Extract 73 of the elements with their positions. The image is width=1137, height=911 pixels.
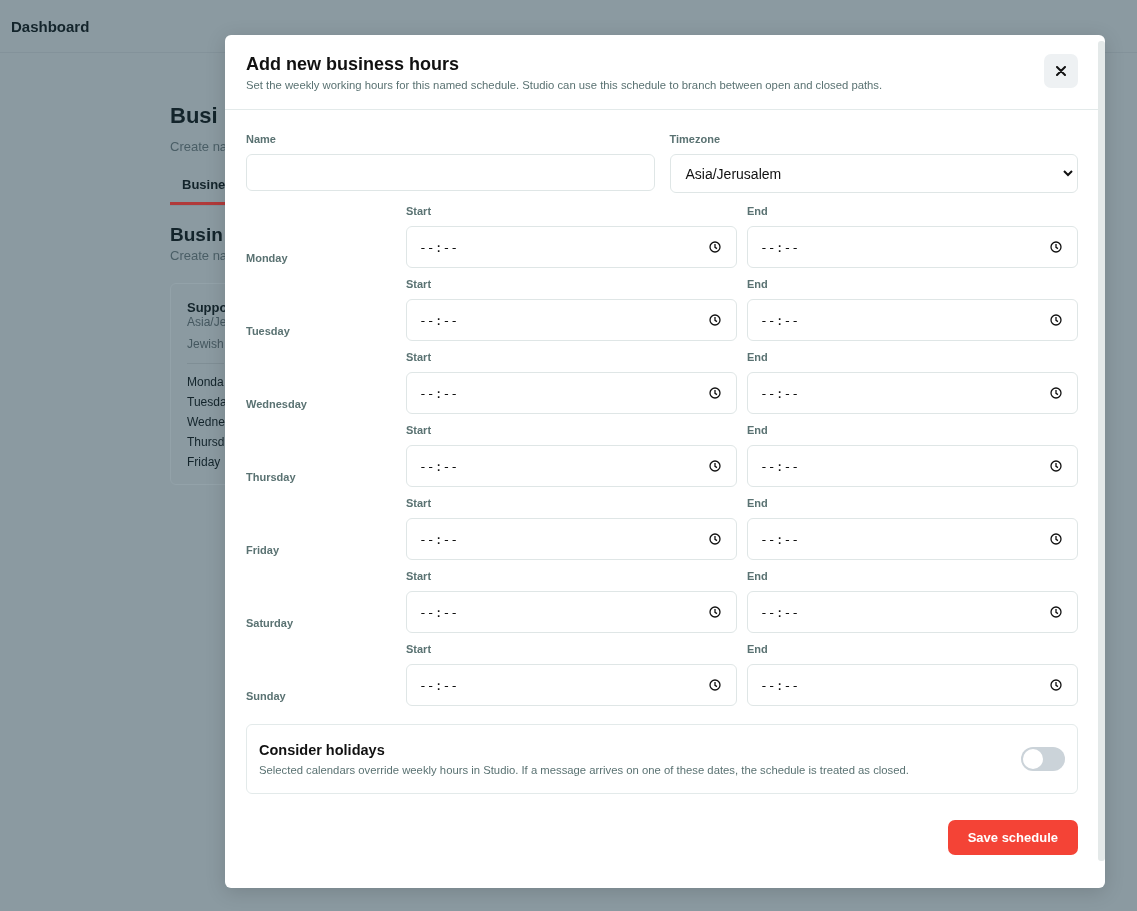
field-label: Start	[406, 205, 433, 217]
dialog-subtitle: Set the weekly working hours for this named schedule. Studio can use this schedule to branch between open and closed paths.	[246, 79, 883, 91]
day-label: Monday	[246, 252, 289, 266]
card-day: Friday	[187, 452, 221, 472]
card-calendar: Jewish	[187, 337, 224, 364]
field-label: End	[747, 205, 769, 217]
field-label: Start	[406, 424, 433, 436]
clock-icon	[709, 679, 721, 691]
clock-icon	[709, 314, 721, 326]
dialog-title: Add new business hours	[246, 54, 461, 75]
time-input[interactable]: --:--	[747, 372, 1078, 414]
clock-icon	[709, 460, 721, 472]
holidays-title: Consider holidays	[259, 742, 386, 758]
time-input[interactable]: --:--	[747, 299, 1078, 341]
time-input[interactable]: --:--	[406, 445, 737, 487]
time-input[interactable]: --:--	[747, 664, 1078, 706]
field-label: End	[747, 570, 769, 582]
field-label: Start	[406, 278, 433, 290]
field-label: Start	[406, 497, 433, 509]
card-day: Thursd	[187, 432, 225, 452]
scrollbar[interactable]	[1098, 41, 1105, 861]
field-label: End	[747, 351, 769, 363]
clock-icon	[1050, 387, 1062, 399]
name-input[interactable]	[246, 154, 655, 191]
time-input[interactable]: --:--	[406, 299, 737, 341]
field-label: Start	[406, 570, 433, 582]
field-label: Start	[406, 351, 433, 363]
clock-icon	[709, 533, 721, 545]
time-input[interactable]: --:--	[406, 664, 737, 706]
clock-icon	[1050, 241, 1062, 253]
time-input[interactable]: --:--	[406, 591, 737, 633]
field-label: End	[747, 424, 769, 436]
chevron-down-icon	[1063, 170, 1073, 177]
day-label: Wednesday	[246, 398, 308, 412]
holidays-description: Selected calendars override weekly hours in Studio. If a message arrives on one of these dates, the schedule is treated as closed.	[259, 764, 909, 776]
time-input[interactable]: --:--	[747, 591, 1078, 633]
clock-icon	[1050, 533, 1062, 545]
timezone-select[interactable]: Asia/Jerusalem	[669, 154, 1078, 193]
time-input[interactable]: --:--	[747, 226, 1078, 268]
day-label: Saturday	[246, 617, 295, 631]
card-day: Monda	[187, 372, 224, 392]
field-label: End	[747, 278, 769, 290]
time-input[interactable]: --:--	[406, 518, 737, 560]
time-input[interactable]: --:--	[406, 372, 737, 414]
save-button[interactable]: Save schedule	[947, 820, 1078, 855]
field-label: Start	[406, 643, 433, 655]
field-label: End	[747, 643, 769, 655]
toggle-switch[interactable]	[1021, 747, 1065, 771]
field-label: Timezone	[669, 133, 722, 145]
clock-icon	[1050, 460, 1062, 472]
card-day: Wedne	[187, 412, 225, 432]
page-heading: Busi	[170, 103, 218, 129]
day-label: Thursday	[246, 471, 297, 485]
section-heading: Busin	[170, 224, 223, 246]
card-title: Suppo	[187, 300, 228, 315]
time-input[interactable]: --:--	[747, 445, 1078, 487]
close-button[interactable]	[1044, 54, 1078, 88]
clock-icon	[1050, 606, 1062, 618]
card-timezone: Asia/Je	[187, 315, 227, 329]
clock-icon	[1050, 679, 1062, 691]
field-label: End	[747, 497, 769, 509]
close-icon	[1056, 66, 1066, 76]
field-label: Name	[246, 133, 277, 145]
time-input[interactable]: --:--	[747, 518, 1078, 560]
clock-icon	[709, 241, 721, 253]
day-label: Friday	[246, 544, 280, 558]
dashboard-title: Dashboard	[11, 17, 90, 35]
clock-icon	[1050, 314, 1062, 326]
time-input[interactable]: --:--	[406, 226, 737, 268]
day-label: Sunday	[246, 690, 287, 704]
clock-icon	[709, 387, 721, 399]
clock-icon	[709, 606, 721, 618]
day-label: Tuesday	[246, 325, 291, 339]
